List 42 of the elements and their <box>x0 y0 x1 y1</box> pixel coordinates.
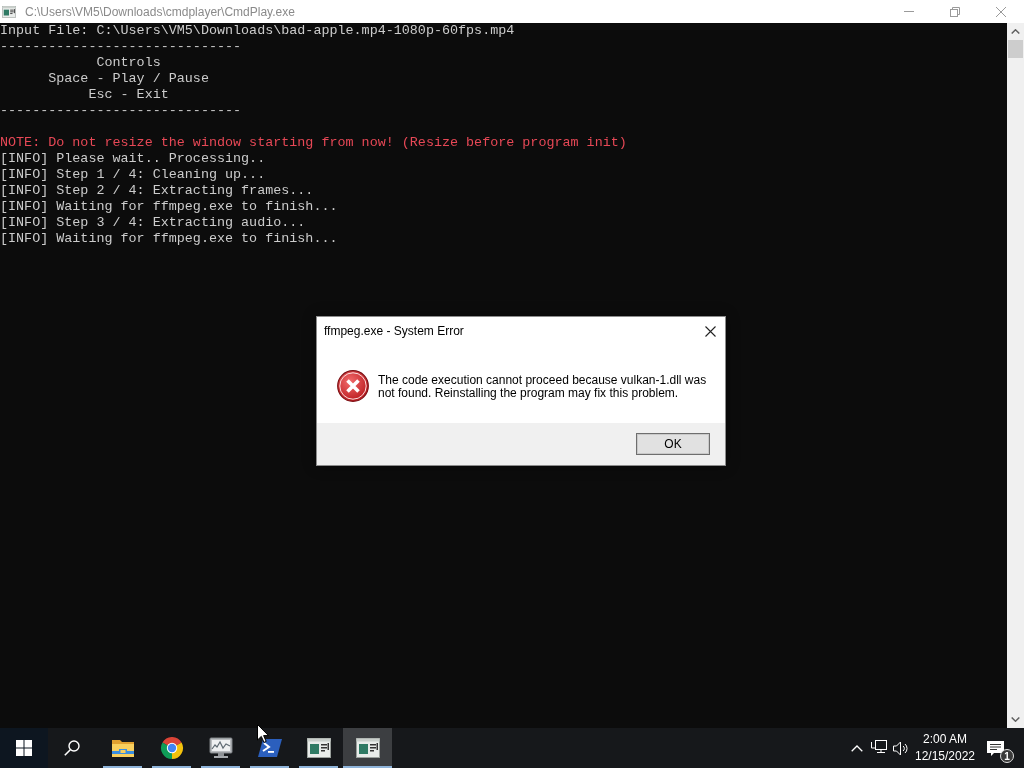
ok-button[interactable]: OK <box>636 433 710 455</box>
monitor-chart-icon <box>208 737 233 759</box>
chevron-up-icon <box>851 744 863 752</box>
minimize-icon <box>904 11 914 12</box>
console-line: [INFO] Step 1 / 4: Cleaning up... <box>0 167 266 183</box>
window-title: C:\Users\VM5\Downloads\cmdplayer\CmdPlay.exe <box>25 4 296 19</box>
taskbar-button[interactable] <box>343 728 392 768</box>
console-line: Controls <box>96 55 161 71</box>
error-icon <box>337 370 369 402</box>
volume-icon <box>893 740 909 756</box>
console-line: Space - Play / Pause <box>48 71 209 87</box>
folder-icon <box>110 737 135 759</box>
windows-logo-icon <box>16 740 32 756</box>
console-window-icon <box>355 737 380 759</box>
error-message: The code execution cannot proceed because vulkan-1.dll was not found. Reinstalling the program may fix this problem. <box>378 374 708 400</box>
console-line: Esc - Exit <box>88 87 169 103</box>
network-icon <box>871 740 887 756</box>
search-icon <box>64 740 80 756</box>
notification-badge: 1 <box>1000 749 1014 763</box>
console-window-icon <box>306 737 331 759</box>
browser-icon <box>159 737 184 759</box>
scrollbar[interactable] <box>1007 23 1024 728</box>
dialog-title: ffmpeg.exe - System Error <box>324 324 465 338</box>
console-line: ------------------------------ <box>0 39 242 55</box>
clock-button[interactable]: 2:00 AM 12/15/2022 <box>912 728 978 768</box>
notification-icon <box>986 740 1004 756</box>
restore-icon <box>950 6 960 17</box>
warning-line: NOTE: Do not resize the window starting from now! (Resize before program init) <box>0 135 627 151</box>
console-line: [INFO] Waiting for ffmpeg.exe to finish... <box>0 199 338 215</box>
console-line: [INFO] Step 3 / 4: Extracting audio... <box>0 215 306 231</box>
console-line: ------------------------------ <box>0 103 242 119</box>
notifications-button[interactable]: 1 <box>978 728 1018 768</box>
close-icon <box>996 6 1006 17</box>
close-icon <box>704 325 716 337</box>
console-window-icon <box>2 5 16 18</box>
terminal-icon <box>257 737 282 759</box>
console-line: Input File: C:\Users\VM5\Downloads\bad-apple.mp4-1080p-60fps.mp4 <box>0 23 515 39</box>
console-line: [INFO] Step 2 / 4: Extracting frames... <box>0 183 314 199</box>
scrollbar-thumb[interactable] <box>1008 40 1023 58</box>
start-button[interactable] <box>0 728 48 768</box>
console-line: [INFO] Waiting for ffmpeg.exe to finish... <box>0 231 338 247</box>
console-line: [INFO] Please wait.. Processing.. <box>0 151 266 167</box>
